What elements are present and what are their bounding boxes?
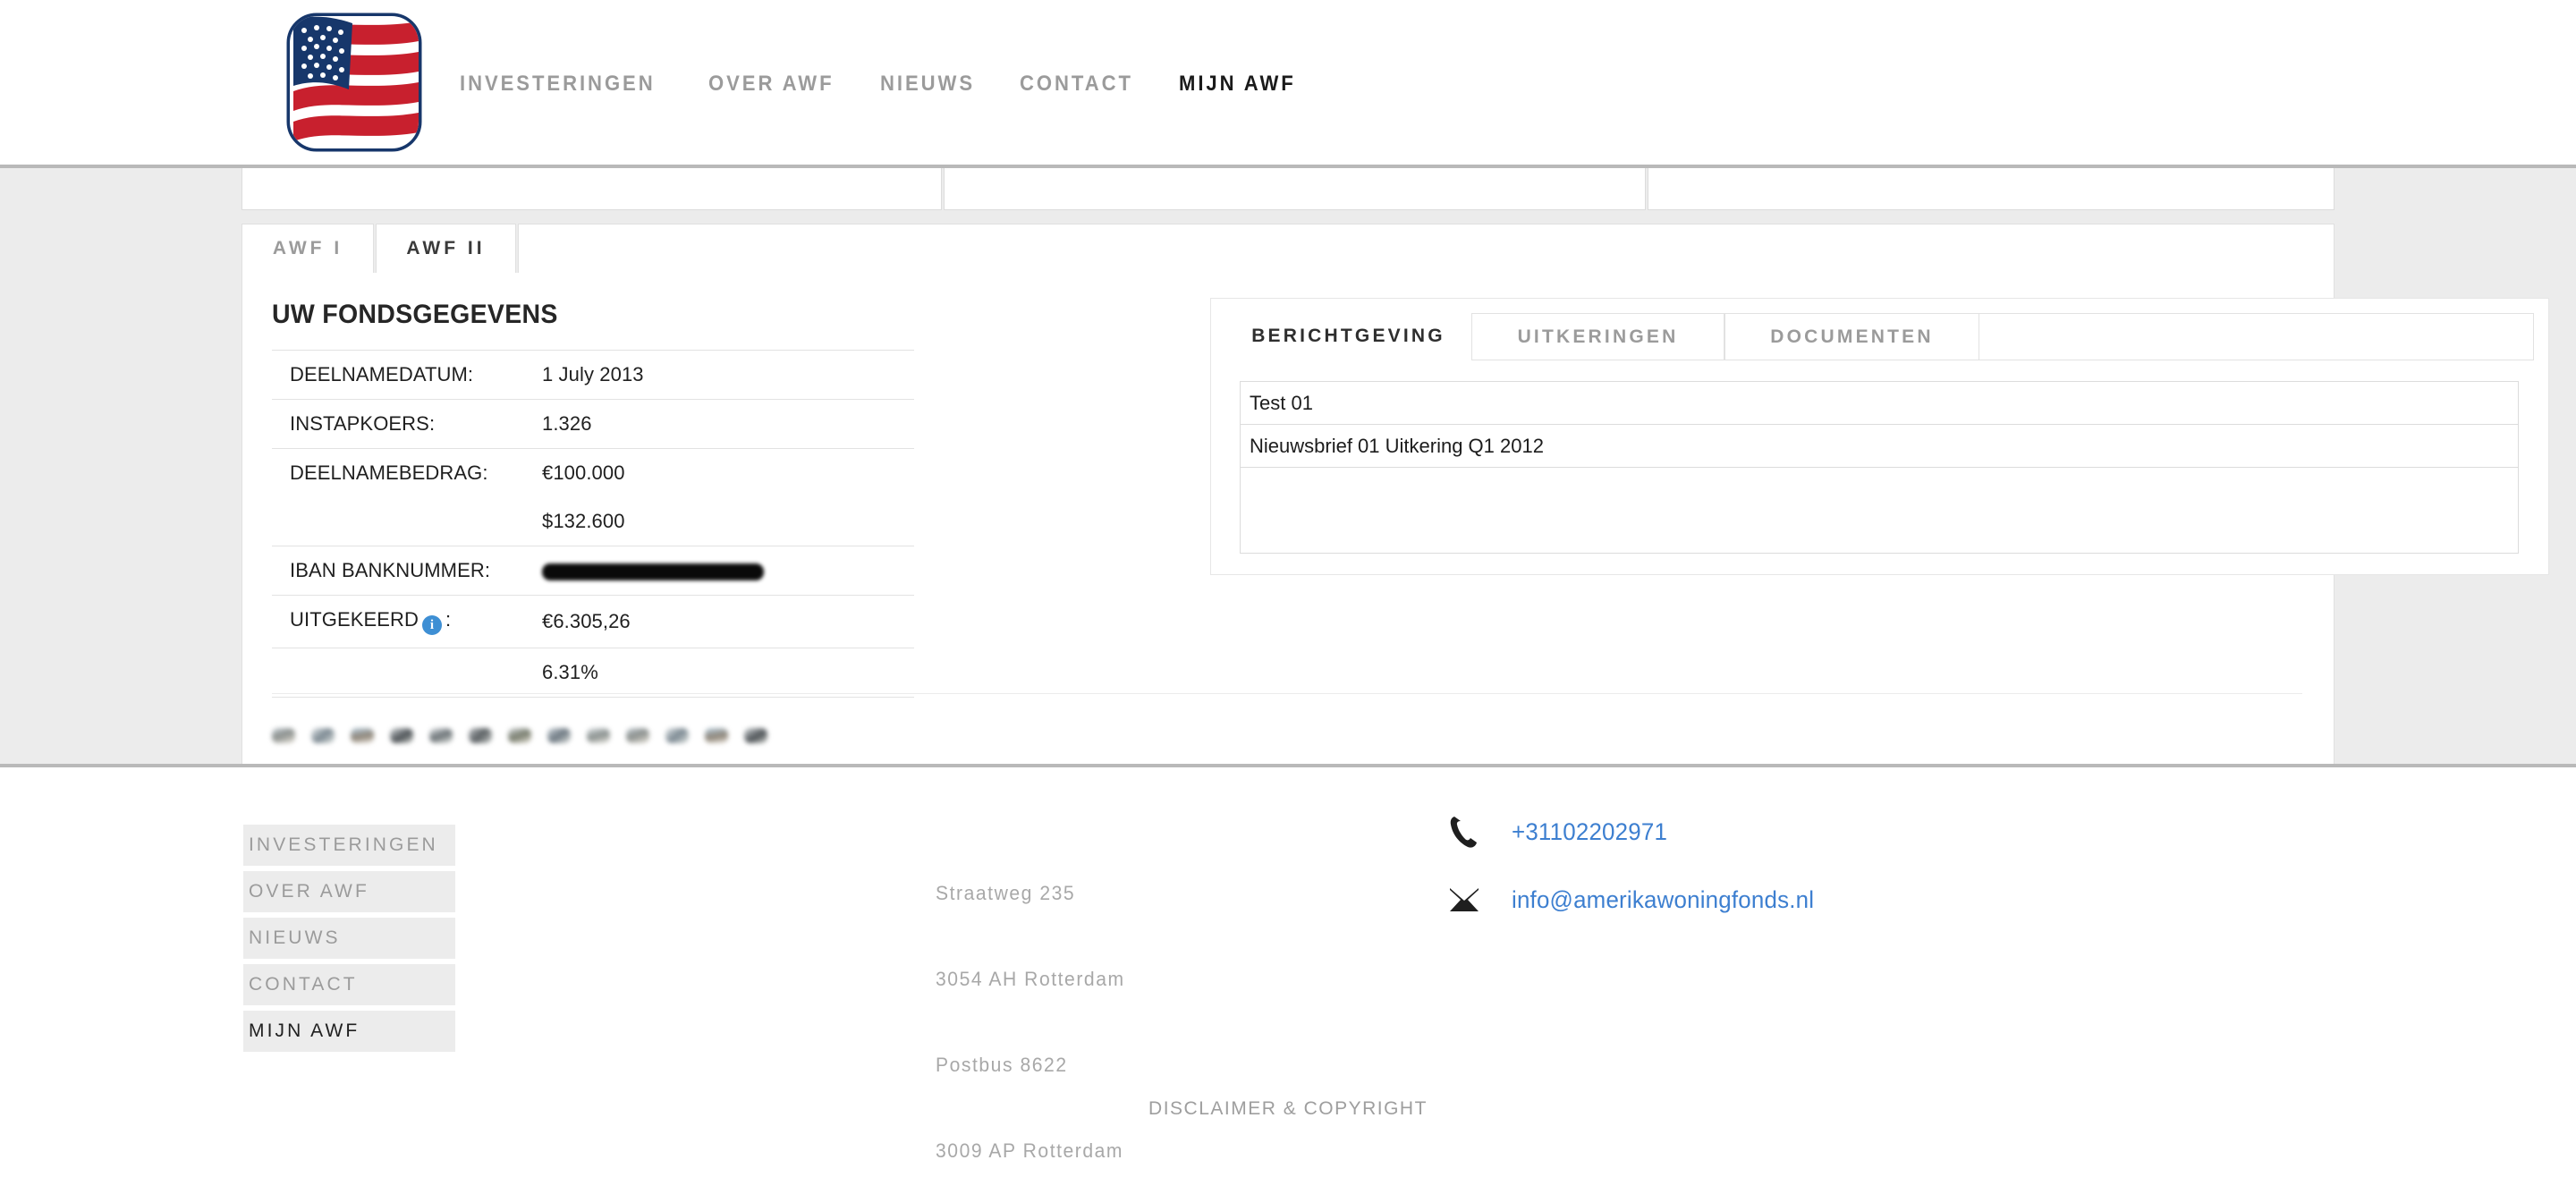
row-label-blank-2	[272, 648, 542, 698]
nav-item-contact[interactable]: CONTACT	[1020, 72, 1133, 97]
property-thumbnail[interactable]	[469, 728, 492, 743]
property-thumbnail[interactable]	[429, 728, 453, 743]
contact-phone-row: +31102202971	[1449, 814, 1826, 850]
disclaimer-link[interactable]: DISCLAIMER & COPYRIGHT	[1148, 1098, 1428, 1119]
property-thumbnail[interactable]	[626, 728, 649, 743]
fund-details-column: UW FONDSGEGEVENS DEELNAMEDATUM: 1 July 2…	[272, 300, 943, 698]
envelope-icon	[1449, 882, 1490, 918]
table-row: DEELNAMEBEDRAG: €100.000	[272, 448, 914, 498]
address-line-1: Straatweg 235	[936, 882, 1076, 904]
fund-details-heading: UW FONDSGEGEVENS	[272, 300, 558, 329]
footer-contact: +31102202971 info@amerikawoningfonds.nl	[1449, 814, 1826, 950]
property-thumbnail[interactable]	[272, 728, 295, 743]
uitgekeerd-label-text: UITGEKEERD	[290, 608, 419, 631]
tab-awf-1[interactable]: AWF I	[242, 224, 374, 274]
email-link[interactable]: info@amerikawoningfonds.nl	[1512, 886, 1814, 914]
us-flag-logo-icon[interactable]	[283, 7, 426, 157]
nav-item-nieuws[interactable]: NIEUWS	[880, 72, 975, 97]
messages-tab-strip: BERICHTGEVING UITKERINGEN DOCUMENTEN	[1225, 313, 2534, 360]
messages-tab-filler	[1979, 313, 2534, 360]
row-value-deelnamedatum: 1 July 2013	[542, 363, 644, 385]
uitgekeerd-label-colon: :	[445, 608, 452, 631]
row-value-deelnamebedrag-eur: €100.000	[542, 462, 625, 484]
row-label-blank-1	[272, 497, 542, 546]
nav-item-over-awf[interactable]: OVER AWF	[708, 72, 835, 97]
row-value-uitgekeerd: €6.305,26	[542, 610, 631, 632]
table-row: 6.31%	[272, 648, 914, 698]
footer-nav-mijn-awf[interactable]: MIJN AWF	[243, 1011, 455, 1052]
fund-details-table: DEELNAMEDATUM: 1 July 2013 INSTAPKOERS: …	[272, 350, 914, 698]
tab-berichtgeving[interactable]: BERICHTGEVING	[1225, 313, 1471, 360]
row-label-deelnamedatum: DEELNAMEDATUM:	[290, 363, 474, 385]
property-thumbnail[interactable]	[705, 728, 728, 743]
page-body: AWF I AWF II UW FONDSGEGEVENS DEELNAMEDA…	[0, 168, 2576, 927]
table-row: IBAN BANKNUMMER:	[272, 546, 914, 596]
footer-nav-over-awf[interactable]: OVER AWF	[243, 871, 455, 912]
phone-icon	[1449, 814, 1490, 850]
fund-tab-filler	[518, 224, 2334, 274]
row-value-deelnamebedrag-usd: $132.600	[542, 510, 625, 532]
table-row: INSTAPKOERS: 1.326	[272, 399, 914, 449]
row-label-uitgekeerd: UITGEKEERD i:	[272, 596, 542, 648]
messages-list[interactable]: Test 01 Nieuwsbrief 01 Uitkering Q1 2012	[1240, 381, 2519, 554]
nav-item-mijn-awf[interactable]: MIJN AWF	[1179, 72, 1296, 97]
row-value-instapkoers: 1.326	[542, 412, 592, 435]
footer-address: Straatweg 235 3054 AH Rotterdam Postbus …	[936, 822, 1132, 1194]
tab-awf-2[interactable]: AWF II	[376, 224, 516, 274]
property-thumbnail-strip	[272, 693, 2302, 759]
row-label-deelnamebedrag: DEELNAMEBEDRAG:	[290, 462, 488, 484]
list-item[interactable]: Nieuwsbrief 01 Uitkering Q1 2012	[1241, 425, 2518, 468]
top-panel-2	[944, 168, 1646, 210]
nav-item-investeringen[interactable]: INVESTERINGEN	[460, 72, 656, 97]
footer-nav-nieuws[interactable]: NIEUWS	[243, 918, 455, 959]
table-row: DEELNAMEDATUM: 1 July 2013	[272, 350, 914, 400]
phone-link[interactable]: +31102202971	[1512, 818, 1667, 846]
list-item[interactable]: Test 01	[1241, 382, 2518, 425]
contact-email-row: info@amerikawoningfonds.nl	[1449, 882, 1826, 918]
address-line-4: 3009 AP Rotterdam	[936, 1139, 1124, 1162]
address-line-3: Postbus 8622	[936, 1054, 1068, 1076]
top-panels-row	[242, 168, 2334, 210]
property-thumbnail[interactable]	[744, 728, 767, 743]
property-thumbnail[interactable]	[508, 728, 531, 743]
property-thumbnail[interactable]	[547, 728, 571, 743]
property-thumbnail[interactable]	[390, 728, 413, 743]
footer-nav-investeringen[interactable]: INVESTERINGEN	[243, 825, 455, 866]
info-icon[interactable]: i	[422, 615, 443, 635]
footer-nav-contact[interactable]: CONTACT	[243, 964, 455, 1005]
fund-tab-strip: AWF I AWF II	[242, 224, 2334, 274]
row-value-iban-redacted	[542, 546, 914, 596]
header-inner: INVESTERINGEN OVER AWF NIEUWS CONTACT MI…	[283, 0, 1306, 165]
row-label-iban: IBAN BANKNUMMER:	[290, 559, 491, 581]
footer-navigation: INVESTERINGEN OVER AWF NIEUWS CONTACT MI…	[243, 825, 455, 1057]
property-thumbnail[interactable]	[351, 728, 374, 743]
redaction-bar	[542, 563, 764, 580]
top-panel-3	[1648, 168, 2334, 210]
property-thumbnail[interactable]	[311, 728, 335, 743]
disclaimer-copyright: DISCLAIMER & COPYRIGHT	[0, 1098, 2576, 1120]
tab-uitkeringen[interactable]: UITKERINGEN	[1471, 313, 1724, 360]
messages-panel: BERICHTGEVING UITKERINGEN DOCUMENTEN Tes…	[1210, 298, 2549, 575]
top-panel-1	[242, 168, 942, 210]
site-header: INVESTERINGEN OVER AWF NIEUWS CONTACT MI…	[0, 0, 2576, 168]
table-row: UITGEKEERD i: €6.305,26	[272, 595, 914, 648]
row-value-uitgekeerd-percentage: 6.31%	[542, 661, 598, 683]
property-thumbnail[interactable]	[665, 728, 689, 743]
property-thumbnail[interactable]	[587, 728, 610, 743]
main-navigation: INVESTERINGEN OVER AWF NIEUWS CONTACT MI…	[460, 68, 1306, 97]
address-line-2: 3054 AH Rotterdam	[936, 968, 1125, 990]
table-row: $132.600	[272, 497, 914, 546]
tab-documenten[interactable]: DOCUMENTEN	[1724, 313, 1979, 360]
row-label-instapkoers: INSTAPKOERS:	[290, 412, 436, 435]
